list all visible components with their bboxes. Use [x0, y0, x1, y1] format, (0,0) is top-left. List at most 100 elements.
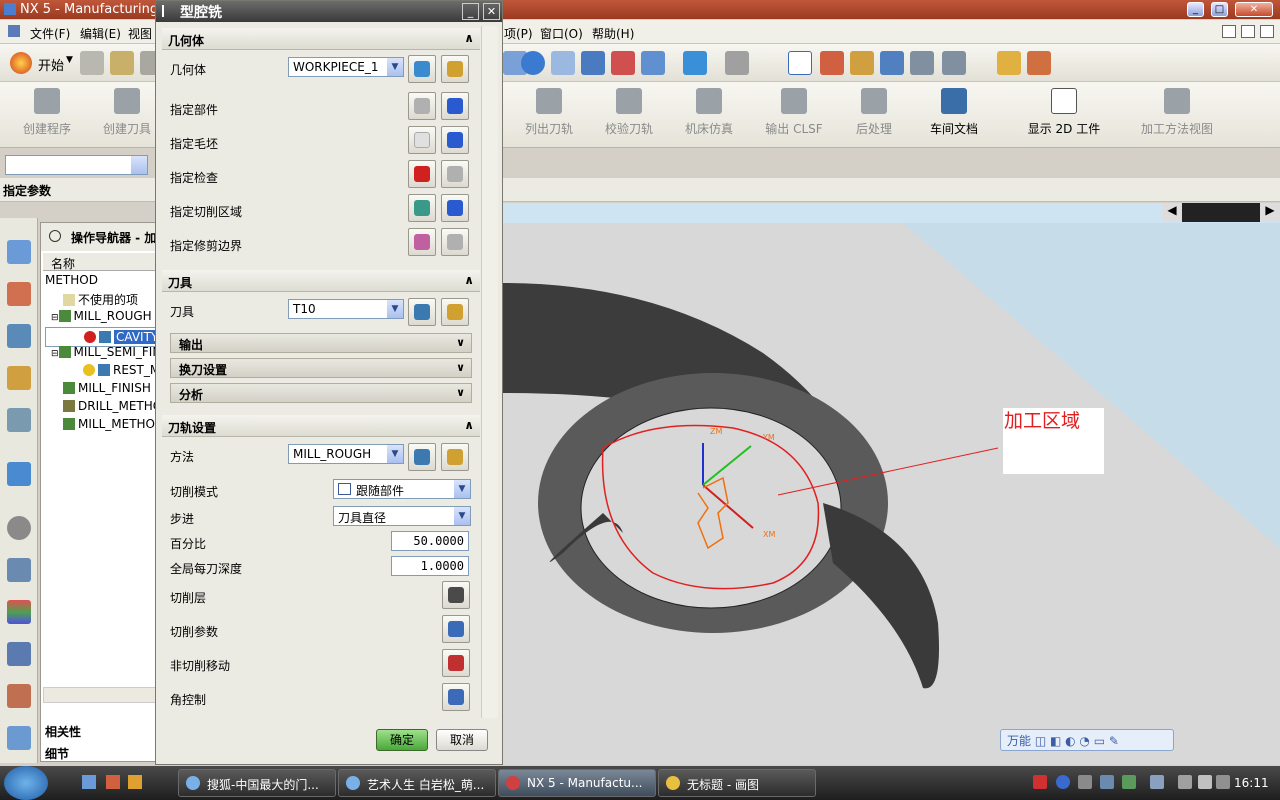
type-filter-select[interactable]	[5, 155, 148, 175]
method-select[interactable]: MILL_ROUGH ▼	[288, 444, 404, 464]
cancel-button[interactable]: 取消	[436, 729, 488, 751]
keyboard-tray-icon[interactable]	[1150, 775, 1164, 789]
task-art-life-browser[interactable]: 艺术人生 白岩松_萌...	[338, 769, 496, 797]
doc-restore-button[interactable]	[1241, 25, 1255, 38]
output-clsf-button[interactable]: 输出 CLSF	[755, 86, 833, 146]
menu-file[interactable]: 文件(F)	[30, 25, 70, 42]
settings-tray-icon[interactable]	[1100, 775, 1114, 789]
maximize-button[interactable]: □	[1211, 2, 1228, 17]
menu-view[interactable]: 视图	[128, 25, 152, 42]
corner-control-button[interactable]	[442, 683, 470, 711]
snap-mid-icon[interactable]	[910, 51, 934, 75]
clock[interactable]: 16:11	[1234, 776, 1269, 790]
task-sohu-browser[interactable]: 搜狐-中国最大的门...	[178, 769, 336, 797]
cut-levels-button[interactable]	[442, 581, 470, 609]
tree-row-drill-method[interactable]: DRILL_METHOD	[45, 399, 159, 417]
system-materials-icon[interactable]	[7, 558, 31, 582]
network-icon[interactable]	[1178, 775, 1192, 789]
column-header-name[interactable]: 名称	[43, 253, 159, 271]
chevron-down-icon[interactable]	[131, 156, 147, 174]
tree-row-mill-finish[interactable]: MILL_FINISH	[45, 381, 159, 399]
select-blank-button[interactable]	[408, 126, 436, 154]
task-paint[interactable]: 无标题 - 画图	[658, 769, 816, 797]
tool-select[interactable]: T10 ▼	[288, 299, 404, 319]
select-cut-area-button[interactable]	[408, 194, 436, 222]
process-studio-icon[interactable]	[7, 642, 31, 666]
machine-simulation-button[interactable]: 机床仿真	[670, 86, 748, 146]
edit-geometry-button[interactable]	[441, 55, 469, 83]
constraint-nav-icon[interactable]	[7, 282, 31, 306]
task-nx5[interactable]: NX 5 - Manufactu...	[498, 769, 656, 797]
operation-nav-icon[interactable]	[7, 324, 31, 348]
tree-row-method[interactable]: METHOD	[45, 273, 159, 291]
verify-toolpath-button[interactable]: 校验刀轨	[590, 86, 668, 146]
view-cube-icon[interactable]	[683, 51, 707, 75]
dialog-title-bar[interactable]: 型腔铣 _ ✕	[156, 1, 502, 22]
snap-curve-icon[interactable]	[850, 51, 874, 75]
edit-method-button[interactable]	[441, 443, 469, 471]
select-part-button[interactable]	[408, 92, 436, 120]
web-browser-icon[interactable]	[7, 462, 31, 486]
display-part-button[interactable]	[441, 92, 469, 120]
relations-panel-label[interactable]: 相关性	[45, 723, 81, 740]
snap-point-icon[interactable]	[820, 51, 844, 75]
generate-path-icon[interactable]	[611, 51, 635, 75]
shop-docs-button[interactable]: 车间文档	[915, 86, 993, 146]
details-panel-label[interactable]: 细节	[45, 745, 69, 762]
new-method-button[interactable]	[408, 443, 436, 471]
machine-nav-icon[interactable]	[7, 366, 31, 390]
menu-app-icon[interactable]	[8, 25, 20, 37]
subsection-analysis[interactable]: 分析 ∨	[170, 383, 472, 403]
edit-tool-button[interactable]	[441, 298, 469, 326]
display-cut-area-button[interactable]	[441, 194, 469, 222]
graphics-window[interactable]: ZM YM XM	[503, 203, 1280, 765]
snap-center-icon[interactable]	[942, 51, 966, 75]
new-geometry-button[interactable]	[408, 55, 436, 83]
dialog-scrollbar[interactable]	[481, 26, 498, 718]
snap-end-icon[interactable]	[880, 51, 904, 75]
show-desktop-icon[interactable]	[82, 775, 96, 789]
geometry-select[interactable]: WORKPIECE_1 ▼	[288, 57, 404, 77]
reuse-library-icon[interactable]	[7, 408, 31, 432]
section-geometry[interactable]: 几何体 ∧	[162, 28, 480, 50]
menu-help[interactable]: 帮助(H)	[592, 25, 634, 42]
display-2d-workpiece-button[interactable]: 显示 2D 工件	[1016, 86, 1112, 146]
replay-path-icon[interactable]	[641, 51, 665, 75]
start-menu-button[interactable]: 开始	[38, 55, 64, 74]
windows-start-button[interactable]	[4, 766, 48, 800]
ok-button[interactable]: 确定	[376, 729, 428, 751]
select-filter-icon[interactable]	[788, 51, 812, 75]
minimize-button[interactable]: _	[1187, 2, 1204, 17]
doc-close-button[interactable]	[1260, 25, 1274, 38]
system-scenes-icon[interactable]	[7, 726, 31, 750]
select-trim-button[interactable]	[408, 228, 436, 256]
display-trim-button[interactable]	[441, 228, 469, 256]
dialog-close-button[interactable]: ✕	[483, 3, 500, 20]
open-file-icon[interactable]	[110, 51, 134, 75]
depth-per-cut-input[interactable]: 1.0000	[391, 556, 469, 576]
new-tool-button[interactable]	[408, 298, 436, 326]
close-button[interactable]: ✕	[1235, 2, 1273, 17]
assembly-nav-icon[interactable]	[7, 240, 31, 264]
tree-row-unused[interactable]: 不使用的项	[45, 291, 159, 309]
list-toolpath-button[interactable]: 列出刀轨	[510, 86, 588, 146]
percent-input[interactable]: 50.0000	[391, 531, 469, 551]
create-program-button[interactable]: 创建程序	[8, 86, 86, 146]
help-icon[interactable]	[1056, 775, 1070, 789]
history-icon[interactable]	[7, 516, 31, 540]
postprocess-button[interactable]: 后处理	[835, 86, 913, 146]
navigator-hscrollbar[interactable]	[43, 687, 157, 703]
chevron-right-icon[interactable]: ▶	[1260, 203, 1280, 222]
cut-mode-select[interactable]: 跟随部件 ▼	[333, 479, 471, 499]
menu-window[interactable]: 窗口(O)	[540, 25, 583, 42]
machining-method-view-button[interactable]: 加工方法视图	[1132, 86, 1222, 146]
render-style-icon[interactable]	[725, 51, 749, 75]
tree-row-mill-rough[interactable]: ⊟ MILL_ROUGH	[45, 309, 159, 327]
tray-expand-icon[interactable]	[1078, 775, 1092, 789]
pin-icon[interactable]	[49, 230, 61, 242]
select-check-button[interactable]	[408, 160, 436, 188]
tree-row-cavity-mill[interactable]: CAVITY_MILL	[45, 327, 159, 347]
section-tool[interactable]: 刀具 ∧	[162, 270, 480, 292]
new-file-icon[interactable]	[80, 51, 104, 75]
volume-icon[interactable]	[1198, 775, 1212, 789]
